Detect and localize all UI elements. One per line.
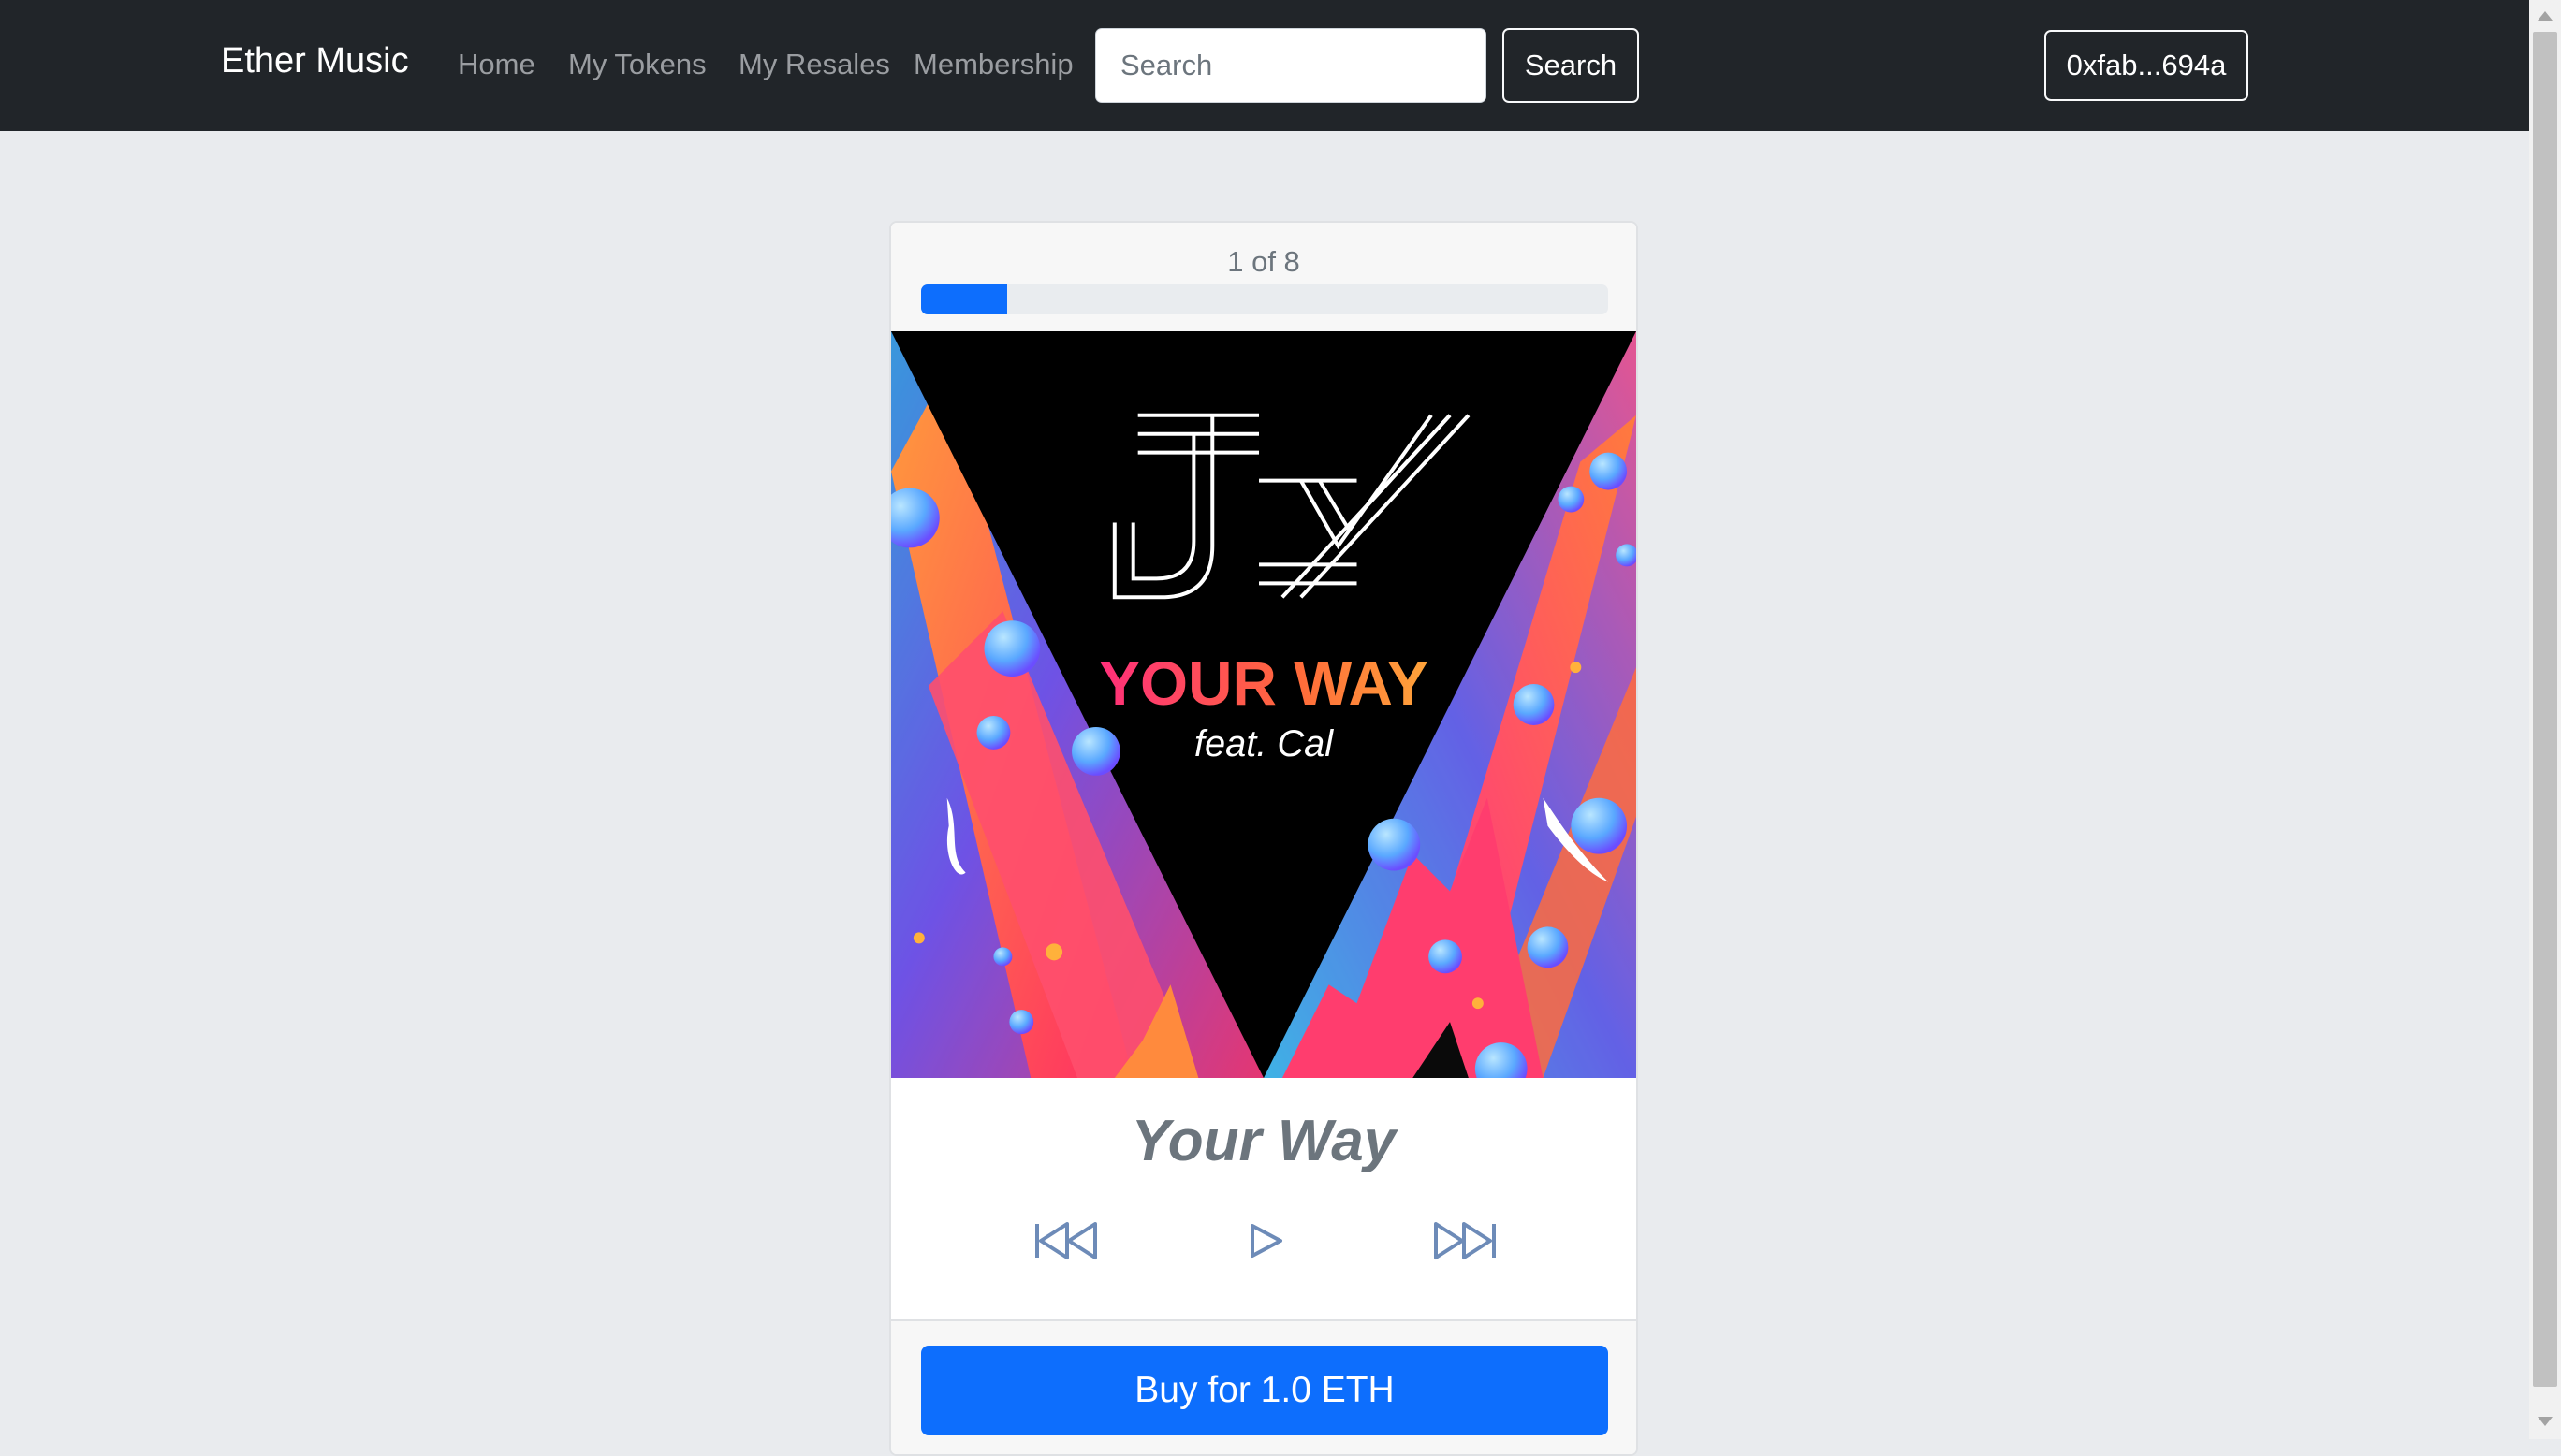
player-card-footer: Buy for 1.0 ETH — [891, 1319, 1636, 1454]
search-input[interactable] — [1095, 28, 1486, 103]
skip-backward-icon — [1035, 1222, 1097, 1259]
song-title: Your Way — [1131, 1109, 1397, 1173]
previous-track-button[interactable] — [1032, 1213, 1103, 1269]
cover-title: YOUR WAY — [1099, 648, 1428, 718]
scrollbar-thumb[interactable] — [2533, 32, 2557, 1387]
player-card: 1 of 8 YOUR WAY feat. Cal Your Way Buy f… — [889, 221, 1638, 1456]
wallet-account-button[interactable]: 0xfab...694a — [2044, 30, 2248, 101]
nav-link-my-resales[interactable]: My Resales — [739, 48, 890, 81]
track-progress-fill — [921, 284, 1007, 314]
play-button[interactable] — [1228, 1213, 1299, 1269]
album-cover-image: YOUR WAY feat. Cal — [891, 331, 1636, 1078]
cover-subtitle: feat. Cal — [1194, 723, 1334, 764]
skip-forward-icon — [1434, 1222, 1496, 1259]
track-progress — [921, 284, 1608, 314]
nav-link-home[interactable]: Home — [458, 48, 535, 81]
page-scrollbar[interactable] — [2529, 0, 2561, 1439]
buy-button[interactable]: Buy for 1.0 ETH — [921, 1346, 1608, 1435]
search-button[interactable]: Search — [1502, 28, 1639, 103]
track-counter: 1 of 8 — [1227, 245, 1300, 278]
player-card-header: 1 of 8 — [891, 223, 1636, 331]
scroll-up-icon[interactable] — [2538, 11, 2553, 21]
nav-link-my-tokens[interactable]: My Tokens — [568, 48, 707, 81]
play-icon — [1251, 1224, 1282, 1258]
navbar: Ether Music Home My Tokens My Resales Me… — [0, 0, 2529, 131]
scroll-down-icon[interactable] — [2538, 1417, 2553, 1426]
next-track-button[interactable] — [1428, 1213, 1500, 1269]
brand-link[interactable]: Ether Music — [221, 41, 409, 81]
nav-link-membership[interactable]: Membership — [914, 48, 1074, 81]
